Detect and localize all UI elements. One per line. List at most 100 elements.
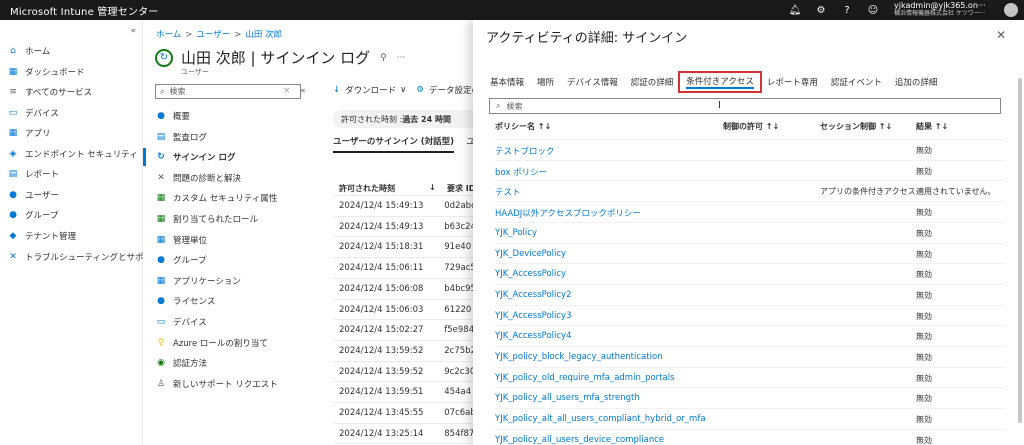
policy-name-link[interactable]: YJK_policy_all_users_mfa_strength (495, 393, 640, 403)
subnav-item[interactable]: ▦ アプリケーション (155, 272, 325, 290)
policy-name-link[interactable]: box ポリシー (495, 166, 547, 178)
table-row[interactable]: 2024/12/4 13:59:52 9c2c30 (333, 360, 473, 382)
app-title[interactable]: Microsoft Intune 管理センター (0, 3, 782, 18)
policy-name-link[interactable]: YJK_AccessPolicy4 (495, 331, 571, 341)
policy-name-link[interactable]: HAADJ以外アクセスブロックポリシー (495, 207, 641, 219)
subnav-item[interactable]: ▤ 監査ログ (155, 128, 325, 146)
nav-item-3[interactable]: ≡ すべてのサービス (6, 83, 92, 101)
collapse-subnav-icon[interactable]: « (300, 86, 306, 96)
nav-item-8[interactable]: ● ユーザー (6, 186, 59, 204)
subnav-item[interactable]: ▦ 割り当てられたロール (155, 210, 325, 228)
detail-tab[interactable]: 基本情報 (490, 74, 524, 90)
subnav-search-input[interactable]: ⌕ 検索 (155, 84, 301, 99)
table-row[interactable]: 2024/12/4 15:06:11 729ac5 (333, 257, 473, 278)
table-row[interactable]: 2024/12/4 15:02:27 f5e984 (333, 319, 473, 340)
policy-row[interactable]: YJK_DevicePolicy 無効 (495, 242, 1005, 263)
download-button[interactable]: ↓ ダウンロード ∨ (333, 84, 406, 96)
table-row[interactable]: 2024/12/4 15:49:13 b63c24 (333, 215, 473, 237)
policy-row[interactable]: YJK_Policy 無効 (495, 221, 1005, 242)
table-row[interactable]: 2024/12/4 13:59:51 454a4 (333, 381, 473, 402)
nav-item-10[interactable]: ◆ テナント管理 (6, 227, 76, 245)
time-filter-pill[interactable]: 許可された時刻 : 過去 24 時間 (333, 110, 473, 128)
table-row[interactable]: 2024/12/4 13:59:52 2c75b2 (333, 339, 473, 361)
policy-row[interactable]: YJK_policy_all_users_device_compliance 無効 (495, 428, 1005, 445)
close-icon[interactable]: ✕ (996, 28, 1006, 42)
policy-name-link[interactable]: テスト (495, 186, 521, 198)
pin-icon[interactable]: ⚲ (380, 53, 387, 63)
policy-name-link[interactable]: YJK_policy_all_users_device_compliance (495, 435, 664, 445)
policy-name-link[interactable]: YJK_AccessPolicy2 (495, 290, 571, 300)
table-row[interactable]: 2024/12/4 15:18:31 91e40 (333, 236, 473, 257)
col-time[interactable]: 許可された時刻 (333, 183, 429, 194)
policy-row[interactable]: YJK_AccessPolicy3 無効 (495, 304, 1005, 325)
policy-row[interactable]: HAADJ以外アクセスブロックポリシー 無効 (495, 201, 1005, 221)
policy-name-link[interactable]: YJK_DevicePolicy (495, 249, 566, 259)
detail-tab[interactable]: 場所 (537, 74, 554, 90)
tab-interactive[interactable]: ユーザーのサインイン (対話型) (333, 135, 455, 153)
scrollbar[interactable] (1018, 78, 1022, 423)
nav-item-4[interactable]: ▭ デバイス (6, 104, 59, 122)
breadcrumb-item[interactable]: ホーム (156, 30, 181, 40)
subnav-item[interactable]: ♙ 新しいサポート リクエスト (155, 375, 325, 393)
table-row[interactable]: 2024/12/4 15:06:03 61220 (333, 298, 473, 320)
policy-search-input[interactable]: ⌕ 検索 (489, 98, 1001, 114)
nav-item-11[interactable]: ✕ トラブルシューティングとサポート (6, 248, 160, 266)
nav-item-9[interactable]: ● グループ (6, 206, 58, 224)
policy-row[interactable]: YJK_AccessPolicy4 無効 (495, 325, 1005, 345)
detail-tab[interactable]: 条件付きアクセス (678, 71, 762, 93)
sort-icon[interactable]: ↓ (429, 183, 447, 194)
policy-row[interactable]: YJK_policy_alt_all_users_compliant_hybri… (495, 408, 1005, 428)
help-icon[interactable]: ? (834, 5, 860, 16)
clear-icon[interactable]: × (283, 86, 291, 96)
avatar[interactable] (1004, 3, 1018, 17)
detail-tab[interactable]: 追加の詳細 (895, 74, 938, 90)
nav-item-2[interactable]: ▦ ダッシュボード (6, 63, 85, 81)
tab-noninteractive[interactable]: ユー (466, 135, 473, 153)
collapse-nav-icon[interactable]: « (130, 26, 136, 36)
table-row[interactable]: 2024/12/4 13:45:55 07c6ab (333, 402, 473, 423)
policy-row[interactable]: YJK_AccessPolicy 無効 (495, 263, 1005, 283)
subnav-item[interactable]: ▭ デバイス (155, 313, 325, 331)
account-info[interactable]: yjkadmin@yjk365.on··· 横浜情報機器株式会社 ケツワー··· (886, 2, 1002, 18)
col-request-id[interactable]: 要求 ID (447, 183, 473, 194)
col-result[interactable]: 結果 ↑↓ (916, 121, 948, 132)
col-session-controls[interactable]: セッション制御 ↑↓ (820, 121, 892, 132)
detail-tab[interactable]: 認証イベント (831, 74, 882, 90)
feedback-icon[interactable]: ☺ (860, 5, 886, 16)
nav-item-6[interactable]: ◈ エンドポイント セキュリティ (6, 145, 138, 163)
policy-row[interactable]: YJK_policy_block_legacy_authentication 無効 (495, 346, 1005, 366)
policy-name-link[interactable]: YJK_policy_block_legacy_authentication (495, 352, 663, 362)
policy-row[interactable]: YJK_policy_old_require_mfa_admin_portals… (495, 366, 1005, 387)
subnav-item[interactable]: ▦ カスタム セキュリティ属性 (155, 189, 325, 207)
policy-row[interactable]: YJK_policy_all_users_mfa_strength 無効 (495, 387, 1005, 407)
table-row[interactable]: 2024/12/4 13:25:14 854f87 (333, 422, 473, 444)
col-policy-name[interactable]: ポリシー名 ↑↓ (495, 121, 551, 132)
policy-name-link[interactable]: テストブロック (495, 145, 555, 157)
subnav-item[interactable]: ● グループ (155, 251, 325, 269)
nav-item-7[interactable]: ▤ レポート (6, 165, 59, 183)
subnav-item[interactable]: ✕ 問題の診断と解決 (155, 169, 325, 187)
col-grant-controls[interactable]: 制御の許可 ↑↓ (723, 121, 779, 132)
subnav-item[interactable]: ▦ 管理単位 (155, 231, 325, 249)
subnav-item[interactable]: ◉ 認証方法 (155, 354, 325, 372)
subnav-item[interactable]: ↻ サインイン ログ (143, 148, 313, 167)
subnav-item[interactable]: ● 概要 (155, 107, 325, 125)
gear-icon[interactable]: ⚙ (808, 5, 834, 16)
nav-item-1[interactable]: ⌂ ホーム (6, 42, 50, 60)
subnav-item[interactable]: ● ライセンス (155, 292, 325, 310)
bell-icon[interactable]: 🔔︎ (782, 5, 808, 16)
table-row[interactable]: 2024/12/4 15:06:08 b4bc95 (333, 277, 473, 299)
data-settings-button[interactable]: ⚙ データ設定のエ (416, 84, 473, 96)
subnav-item[interactable]: ♀ Azure ロールの割り当て (155, 334, 325, 352)
table-row[interactable]: 2024/12/4 15:49:13 0d2abc (333, 195, 473, 216)
breadcrumb-item[interactable]: 山田 次郎 (245, 30, 282, 40)
nav-item-5[interactable]: ▦ アプリ (6, 124, 51, 142)
policy-name-link[interactable]: YJK_AccessPolicy (495, 269, 566, 279)
detail-tab[interactable]: 認証の詳細 (631, 74, 674, 90)
policy-row[interactable]: box ポリシー 無効 (495, 159, 1005, 180)
policy-row[interactable]: テストブロック 無効 (495, 139, 1005, 159)
more-icon[interactable]: ··· (397, 53, 406, 63)
policy-name-link[interactable]: YJK_policy_alt_all_users_compliant_hybri… (495, 414, 706, 424)
policy-name-link[interactable]: YJK_Policy (495, 228, 537, 238)
policy-name-link[interactable]: YJK_policy_old_require_mfa_admin_portals (495, 373, 675, 383)
